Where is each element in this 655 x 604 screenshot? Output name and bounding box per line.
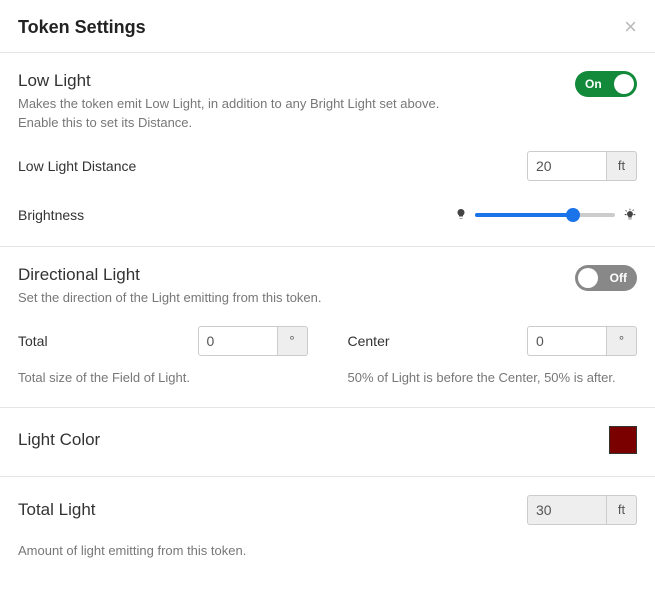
- low-light-distance-label: Low Light Distance: [18, 158, 136, 174]
- toggle-label: On: [585, 77, 602, 91]
- brightness-label: Brightness: [18, 207, 84, 223]
- directional-center-label: Center: [348, 333, 390, 349]
- modal-title: Token Settings: [18, 17, 146, 38]
- modal-header: Token Settings ×: [0, 0, 655, 53]
- total-light-unit: ft: [607, 495, 637, 525]
- total-light-group: ft: [527, 495, 637, 525]
- bulb-bright-icon: [623, 207, 637, 224]
- slider-fill: [475, 213, 573, 217]
- directional-total-desc: Total size of the Field of Light.: [18, 370, 308, 385]
- directional-total-unit: °: [278, 326, 308, 356]
- light-color-section: Light Color: [0, 408, 655, 477]
- low-light-distance-group: ft: [527, 151, 637, 181]
- directional-total-input[interactable]: [198, 326, 278, 356]
- directional-center-group: °: [527, 326, 637, 356]
- directional-light-section: Directional Light Set the direction of t…: [0, 247, 655, 408]
- low-light-section: Low Light Makes the token emit Low Light…: [0, 53, 655, 247]
- directional-center-unit: °: [607, 326, 637, 356]
- directional-desc: Set the direction of the Light emitting …: [18, 289, 322, 308]
- directional-title: Directional Light: [18, 265, 322, 285]
- light-color-swatch[interactable]: [609, 426, 637, 454]
- token-settings-modal: Token Settings × Low Light Makes the tok…: [0, 0, 655, 580]
- directional-total-group: °: [198, 326, 308, 356]
- low-light-desc: Makes the token emit Low Light, in addit…: [18, 95, 448, 133]
- toggle-knob: [578, 268, 598, 288]
- total-light-input: [527, 495, 607, 525]
- low-light-toggle[interactable]: On: [575, 71, 637, 97]
- close-icon[interactable]: ×: [624, 16, 637, 38]
- low-light-distance-unit: ft: [607, 151, 637, 181]
- total-light-desc: Amount of light emitting from this token…: [18, 543, 637, 558]
- total-light-section: Total Light ft Amount of light emitting …: [0, 477, 655, 580]
- bulb-dim-icon: [455, 208, 467, 223]
- directional-total-label: Total: [18, 333, 48, 349]
- directional-center-input[interactable]: [527, 326, 607, 356]
- low-light-title: Low Light: [18, 71, 448, 91]
- directional-toggle[interactable]: Off: [575, 265, 637, 291]
- directional-center-desc: 50% of Light is before the Center, 50% i…: [348, 370, 638, 385]
- light-color-title: Light Color: [18, 430, 100, 450]
- low-light-distance-input[interactable]: [527, 151, 607, 181]
- toggle-knob: [614, 74, 634, 94]
- brightness-slider[interactable]: [475, 213, 615, 217]
- total-light-title: Total Light: [18, 500, 96, 520]
- slider-thumb[interactable]: [566, 208, 580, 222]
- toggle-label: Off: [610, 271, 627, 285]
